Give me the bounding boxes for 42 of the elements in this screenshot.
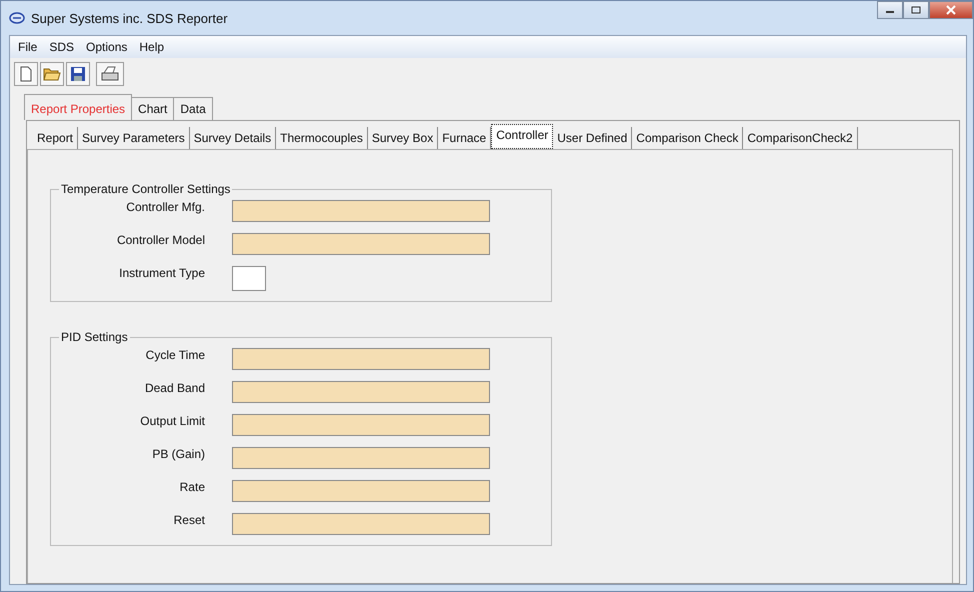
maximize-icon [911, 6, 921, 14]
tab[interactable]: Data [174, 97, 213, 120]
input-field[interactable] [232, 480, 490, 502]
new-file-icon [18, 66, 34, 82]
input-field[interactable] [232, 200, 490, 222]
close-icon [945, 5, 957, 15]
input-field[interactable] [232, 348, 490, 370]
app-logo-icon [9, 12, 25, 24]
menu-item[interactable]: Help [133, 38, 170, 56]
field-label: Dead Band [144, 381, 205, 395]
toolbar-button[interactable] [14, 62, 38, 86]
group-title: PID Settings [60, 330, 129, 344]
input-field[interactable] [232, 266, 266, 291]
tab[interactable]: Controller [491, 124, 554, 149]
input-field[interactable] [232, 233, 490, 255]
menu-item[interactable]: File [12, 38, 44, 56]
input-field[interactable] [232, 447, 490, 469]
field-label: Instrument Type [118, 266, 205, 280]
menu-item[interactable]: SDS [43, 38, 80, 56]
tab[interactable]: Chart [132, 97, 174, 120]
field-label: Controller Model [116, 233, 205, 247]
printer-icon [100, 65, 120, 83]
field-label: Controller Mfg. [125, 200, 205, 214]
input-field[interactable] [232, 414, 490, 436]
field-label: Output Limit [139, 414, 205, 428]
input-field[interactable] [232, 381, 490, 403]
toolbar-button[interactable] [96, 62, 124, 86]
toolbar-button[interactable] [66, 62, 90, 86]
field-label: Reset [172, 513, 205, 527]
group-title: Temperature Controller Settings [60, 182, 232, 196]
close-button[interactable] [929, 1, 973, 19]
menu-item[interactable]: Options [80, 38, 134, 56]
input-field[interactable] [232, 513, 490, 535]
tab[interactable]: Report Properties [24, 94, 132, 120]
window-title: Super Systems inc. SDS Reporter [31, 10, 228, 26]
folder-icon [43, 66, 61, 82]
field-label: Cycle Time [144, 348, 205, 362]
toolbar-button[interactable] [40, 62, 64, 86]
maximize-button[interactable] [903, 1, 929, 19]
minimize-button[interactable] [877, 1, 903, 19]
field-label: PB (Gain) [151, 447, 205, 461]
field-label: Rate [178, 480, 205, 494]
